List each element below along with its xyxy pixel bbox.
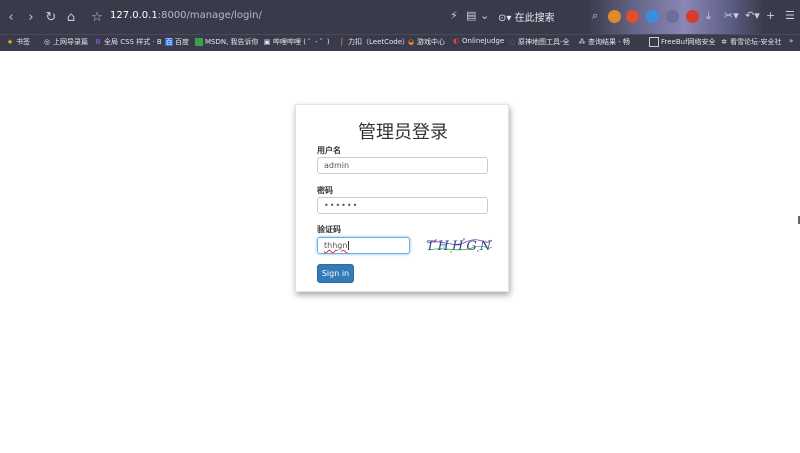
bookmark-item[interactable]: ★ 书签 [6, 37, 30, 47]
url-path: :8000/manage/login/ [157, 10, 262, 21]
game-extension-icon[interactable] [608, 10, 621, 23]
bookmark-label: MSDN, 我告诉你 [205, 38, 259, 46]
game-center-icon: ◒ [407, 38, 415, 46]
reload-icon[interactable]: ↻ [43, 9, 59, 25]
bookmark-label: 游戏中心 [417, 38, 445, 46]
bilibili-icon: ▣ [263, 38, 271, 46]
page-title: 管理员登录 [358, 122, 448, 143]
bookmark-label: 查询结果 - 畅 [588, 38, 630, 46]
kanxue-icon: ✲ [721, 38, 727, 46]
captcha-input-value: thhgn [324, 241, 348, 250]
cut-icon[interactable]: ✂▾ [724, 9, 739, 22]
bookmark-item[interactable]: ◎ 上网导录篇 [43, 37, 88, 47]
captcha-input[interactable]: thhgn [317, 237, 410, 254]
msdn-icon [195, 38, 203, 46]
sign-in-button[interactable]: Sign in [317, 264, 354, 283]
password-label: 密码 [317, 186, 333, 195]
search-box[interactable]: ⊙▾ 在此搜索 [498, 9, 555, 24]
star-icon: ★ [6, 38, 14, 46]
reader-icon[interactable]: ▤ [466, 9, 476, 22]
bookmark-label: 百度 [175, 38, 189, 46]
bookmark-item[interactable]: ʃ 力扣（LeetCode） [338, 37, 409, 47]
bookmark-item[interactable]: MSDN, 我告诉你 [195, 37, 259, 47]
baidu-icon: 百 [165, 38, 173, 46]
extension-icon[interactable] [666, 10, 679, 23]
bookmark-item[interactable]: ⁂ 查询结果 - 畅 [578, 37, 630, 47]
bookmarks-bar: ★ 书签 ◎ 上网导录篇 B 全局 CSS 样式 · B 百百度 MSDN, 我告诉你… [0, 34, 800, 51]
freebuf-icon [649, 37, 659, 47]
bookmark-item[interactable]: ✲ 看雪论坛-安全社 [720, 37, 782, 47]
chevron-down-icon[interactable]: ⌄ [480, 9, 489, 22]
bookmark-label: 全局 CSS 样式 · B [104, 38, 162, 46]
bookmark-label: 哔哩哔哩 ( ゜- ゜) [273, 38, 330, 46]
search-icon[interactable]: ⌕ [592, 9, 598, 23]
leetcode-icon: ʃ [340, 38, 344, 46]
query-icon: ⁂ [578, 38, 586, 46]
captcha-image[interactable]: THHGN [426, 235, 494, 255]
menu-icon[interactable]: ☰ [785, 9, 795, 22]
new-tab-icon[interactable]: + [766, 9, 775, 22]
more-bookmarks-icon[interactable]: » [789, 37, 793, 45]
text-cursor [348, 241, 350, 250]
bookmark-label: 力扣（LeetCode） [348, 38, 410, 46]
extension-icon[interactable] [646, 10, 659, 23]
extension-icon[interactable] [686, 10, 699, 23]
bookmark-label: 书签 [16, 38, 30, 46]
bookmark-label: FreeBuf网络安全 [661, 38, 716, 46]
username-label: 用户名 [317, 146, 341, 155]
url-host: 127.0.0.1 [110, 10, 158, 21]
bookmark-label: 上网导录篇 [53, 38, 88, 46]
captcha-label: 验证码 [317, 225, 341, 234]
login-panel: 管理员登录 用户名 admin 密码 •••••• 验证码 thhgn THHG… [295, 104, 509, 292]
bookmark-item[interactable]: ▣ 哔哩哔哩 ( ゜- ゜) [263, 37, 330, 47]
address-bar[interactable]: 127.0.0.1:8000/manage/login/ [110, 10, 262, 21]
home-icon[interactable]: ⌂ [63, 9, 79, 25]
browser-toolbar: ‹ › ↻ ⌂ ☆ 127.0.0.1:8000/manage/login/ ⚡… [0, 0, 800, 34]
search-label: 在此搜索 [514, 13, 555, 24]
bookmark-item[interactable]: B 全局 CSS 样式 · B [94, 37, 162, 47]
bookmark-label: 原神地图工具-全 [518, 38, 570, 46]
bookmark-item[interactable]: ◌ 原神地图工具-全 [508, 37, 570, 47]
bootstrap-icon: B [95, 38, 101, 46]
extension-icon[interactable] [626, 10, 639, 23]
onlinejudge-icon: ◐ [452, 37, 460, 45]
star-icon[interactable]: ☆ [89, 9, 105, 25]
bookmark-label: OnlineJudge [462, 37, 505, 45]
globe-icon: ◎ [43, 38, 51, 46]
lightning-icon[interactable]: ⚡ [450, 9, 458, 22]
search-engine-icon: ⊙▾ [498, 13, 512, 24]
back-icon[interactable]: ‹ [3, 9, 19, 25]
undo-icon[interactable]: ↶▾ [745, 9, 760, 22]
bookmark-item[interactable]: ◐ OnlineJudge [452, 37, 504, 45]
password-field[interactable]: •••••• [317, 197, 488, 214]
bookmark-item[interactable]: 百百度 [165, 37, 189, 47]
download-icon[interactable]: ⤓ [706, 9, 711, 23]
username-field[interactable]: admin [317, 157, 488, 174]
map-tool-icon: ◌ [508, 38, 516, 46]
bookmark-item[interactable]: ◒ 游戏中心 [407, 37, 445, 47]
forward-icon[interactable]: › [23, 9, 39, 25]
bookmark-item[interactable]: FreeBuf网络安全 [649, 37, 716, 47]
bookmark-label: 看雪论坛-安全社 [730, 38, 782, 46]
